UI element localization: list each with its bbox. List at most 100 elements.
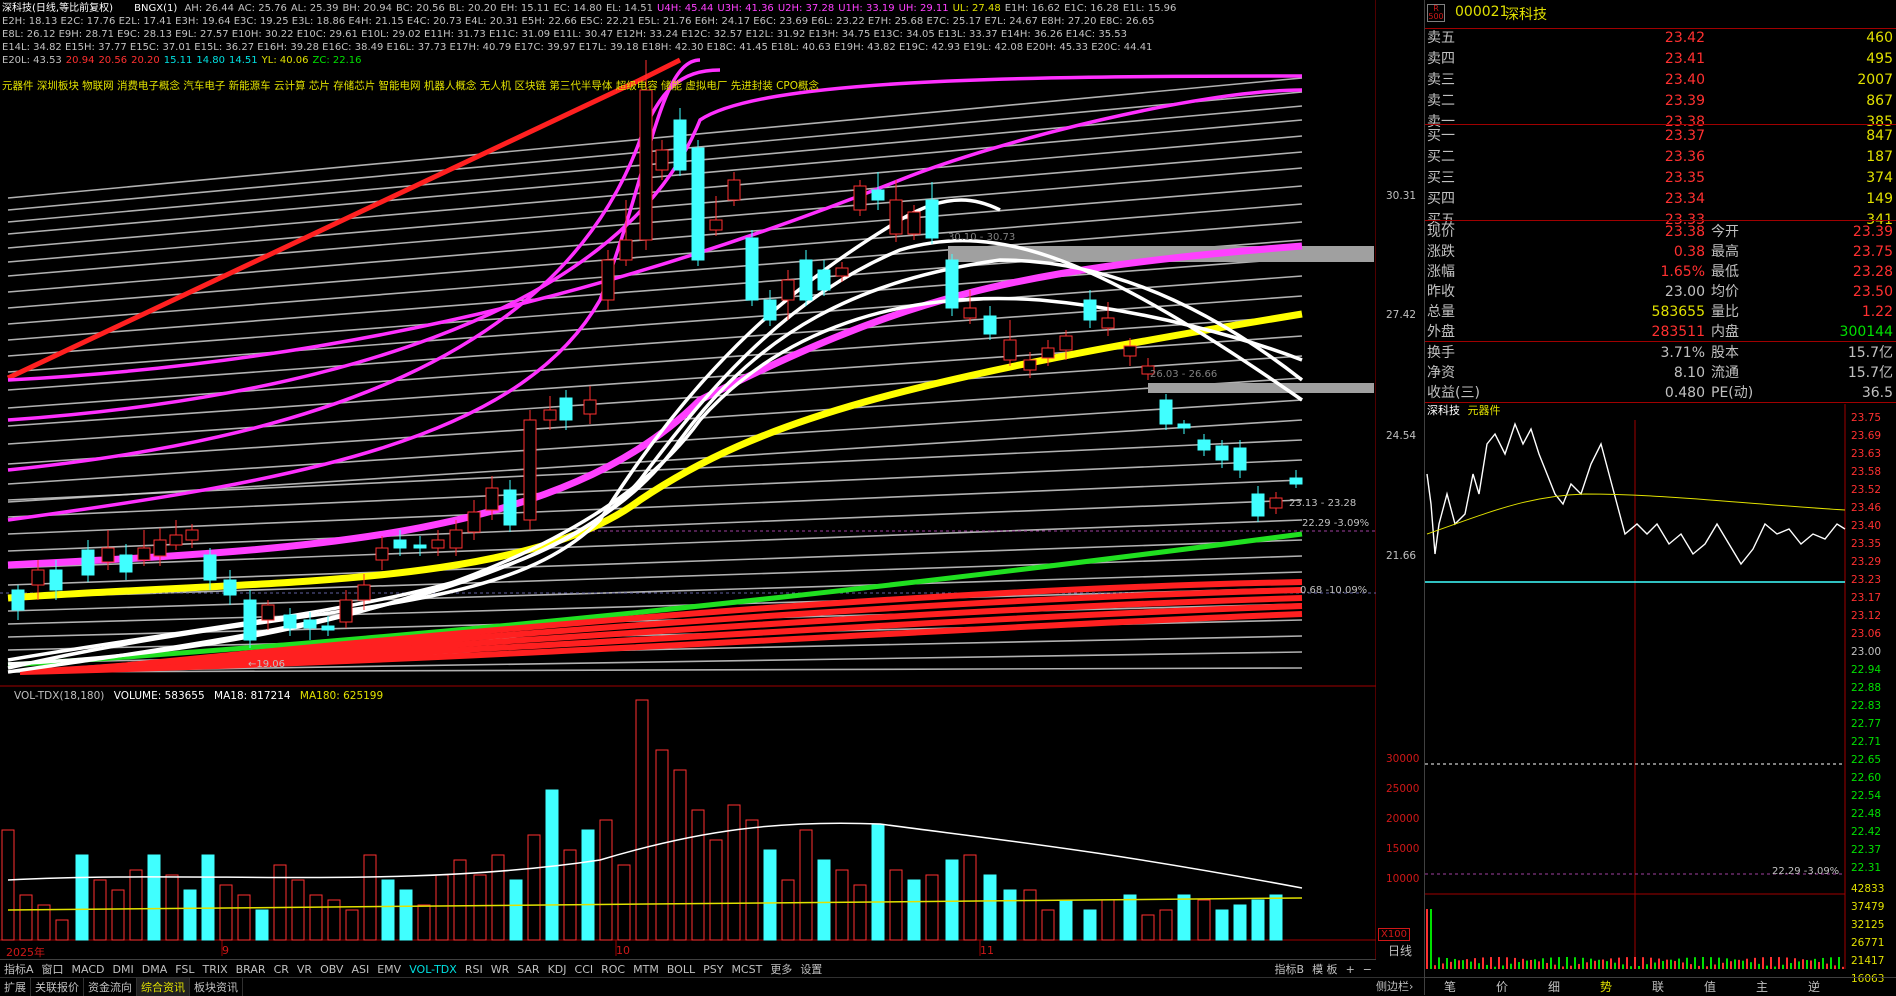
volume-bar-up: [491, 854, 505, 941]
toolbar-right-item[interactable]: +: [1342, 962, 1359, 977]
volume-bar-up: [453, 859, 467, 941]
toolbar-item[interactable]: PSY: [699, 962, 727, 977]
volume-bar-up: [93, 879, 107, 941]
toolbar-item[interactable]: CCI: [571, 962, 598, 977]
volume-bar-up: [435, 874, 449, 941]
intraday-tab[interactable]: 联: [1632, 978, 1684, 995]
toolbar-item[interactable]: FSL: [171, 962, 198, 977]
toolbar-item[interactable]: MCST: [727, 962, 766, 977]
volume-bar-down: [1059, 899, 1073, 941]
toolbar-right-item[interactable]: 模 板: [1308, 960, 1342, 978]
candle-down: [203, 554, 217, 581]
toolbar-item[interactable]: ROC: [597, 962, 629, 977]
intraday-tab[interactable]: 逆: [1788, 978, 1840, 995]
toolbar-item[interactable]: ASI: [347, 962, 373, 977]
quote-panel: R 500 000021 深科技 卖五 23.42 460 卖四 23.41 495 卖三 23…: [1424, 0, 1896, 995]
mini-price-tick: 23.69: [1851, 430, 1882, 442]
toolbar-right-item[interactable]: −: [1359, 962, 1376, 977]
candle-up: [357, 584, 371, 601]
vol-tick-3: 20000: [1386, 813, 1420, 825]
intraday-tab[interactable]: 细: [1528, 978, 1580, 995]
toolbar-right-item[interactable]: 指标B: [1271, 960, 1309, 978]
bottom-tab[interactable]: 综合资讯: [137, 978, 190, 996]
candle-up: [1059, 335, 1073, 351]
volume-bar-up: [1159, 909, 1173, 941]
mini-volume-tick: 32125: [1851, 919, 1885, 931]
toolbar-item[interactable]: VR: [293, 962, 316, 977]
kline-chart-canvas[interactable]: [0, 0, 1376, 960]
volume-bar-down: [399, 889, 413, 941]
date-label-nov: 11: [980, 944, 994, 957]
indicator-value: BC: 20.56: [396, 3, 445, 14]
toolbar-item[interactable]: VOL-TDX: [405, 962, 461, 977]
indicator-name[interactable]: BNGX(1): [134, 3, 177, 14]
bottom-tab[interactable]: 扩展: [0, 978, 31, 996]
indicator-value: U2H: 37.28: [777, 3, 835, 14]
intraday-tab[interactable]: 势: [1580, 978, 1632, 995]
kline-chart-area[interactable]: [0, 0, 1376, 960]
indicator-value: AL: 25.39: [290, 3, 339, 14]
stat-label: 流通: [1711, 365, 1739, 381]
sidebar-toggle[interactable]: 侧边栏›: [1376, 977, 1424, 996]
chart-mode: (日线,等比前复权): [32, 3, 113, 14]
bottom-tab[interactable]: 板块资讯: [190, 978, 243, 996]
intraday-tab[interactable]: 值: [1684, 978, 1736, 995]
indicator-line-4: E14L: 34.82 E15H: 37.77 E15C: 37.01 E15L…: [2, 42, 1153, 53]
volume-indicator-name[interactable]: VOL-TDX(18,180): [14, 690, 104, 702]
candle-up: [1003, 339, 1017, 361]
toolbar-item[interactable]: RSI: [461, 962, 487, 977]
indicator-value: 15.11: [163, 55, 193, 66]
vol-tick-5: 10000: [1386, 873, 1420, 885]
candle-up: [1123, 345, 1137, 357]
ma18-value: MA18: 817214: [214, 690, 291, 702]
toolbar-item[interactable]: DMI: [109, 962, 138, 977]
toolbar-item[interactable]: TRIX: [198, 962, 231, 977]
mini-price-tick: 22.37: [1851, 844, 1882, 856]
toolbar-item[interactable]: BOLL: [663, 962, 699, 977]
toolbar-item[interactable]: 设置: [796, 960, 826, 978]
period-daily-button[interactable]: 日线: [1376, 942, 1424, 960]
toolbar-item[interactable]: SAR: [513, 962, 543, 977]
toolbar-item[interactable]: 窗口: [38, 960, 68, 978]
toolbar-item[interactable]: BRAR: [232, 962, 270, 977]
intraday-tabs: 笔价细势联值主逆: [1424, 977, 1896, 996]
candle-down: [1289, 477, 1303, 485]
toolbar-item[interactable]: DMA: [138, 962, 172, 977]
stat-label: 今开: [1711, 224, 1739, 240]
intraday-tab[interactable]: 笔: [1424, 978, 1476, 995]
channel-line: [7, 119, 1303, 235]
toolbar-item[interactable]: MACD: [68, 962, 109, 977]
mini-avg-line: [1426, 493, 1846, 535]
toolbar-item[interactable]: 指标A: [0, 960, 38, 978]
volume-bar-down: [945, 859, 959, 941]
mini-price-tick: 22.31: [1851, 862, 1882, 874]
bottom-tab[interactable]: 关联报价: [31, 978, 84, 996]
toolbar-item[interactable]: OBV: [316, 962, 347, 977]
stat-value: 23.75: [1852, 244, 1893, 260]
intraday-chart[interactable]: [1425, 404, 1896, 976]
y-tick-3: 24.54: [1386, 430, 1417, 442]
volume-bar-up: [237, 894, 251, 941]
sector-tags[interactable]: 元器件 深圳板块 物联网 消费电子概念 汽车电子 新能源车 云计算 芯片 存储芯…: [2, 78, 819, 93]
indicator-value: BL: 20.20: [448, 3, 497, 14]
candle-down: [945, 259, 959, 309]
indicator-line-2: E2H: 18.13 E2C: 17.76 E2L: 17.41 E3H: 19…: [2, 16, 1155, 27]
intraday-sector[interactable]: 元器件: [1468, 404, 1501, 417]
volume-bar-up: [853, 884, 867, 941]
stat-value: 3.71%: [1660, 345, 1705, 361]
mini-volume-tick: 21417: [1851, 955, 1885, 967]
candle-up: [101, 547, 115, 563]
intraday-tab[interactable]: 价: [1476, 978, 1528, 995]
toolbar-item[interactable]: 更多: [766, 960, 796, 978]
candle-up: [583, 399, 597, 415]
toolbar-item[interactable]: MTM: [629, 962, 663, 977]
toolbar-item[interactable]: KDJ: [544, 962, 571, 977]
bottom-tab[interactable]: 资金流向: [84, 978, 137, 996]
candle-down: [1233, 447, 1247, 471]
toolbar-item[interactable]: CR: [270, 962, 293, 977]
intraday-tab[interactable]: 主: [1736, 978, 1788, 995]
toolbar-item[interactable]: EMV: [373, 962, 405, 977]
volume-bar-up: [363, 854, 377, 941]
toolbar-item[interactable]: WR: [487, 962, 514, 977]
stat-label: 最高: [1711, 244, 1739, 260]
